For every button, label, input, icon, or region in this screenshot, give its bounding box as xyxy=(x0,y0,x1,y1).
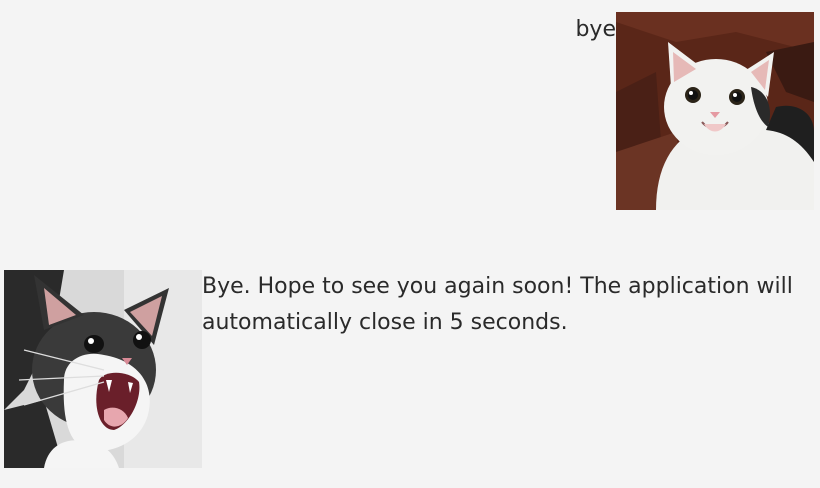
bot-message-text: Bye. Hope to see you again soon! The app… xyxy=(202,274,793,335)
smiling-cat-avatar xyxy=(616,12,814,210)
bot-message: Bye. Hope to see you again soon! The app… xyxy=(4,270,802,468)
screaming-cat-avatar xyxy=(4,270,202,468)
chat-window: bye Bye. Hope to see you again soon! The… xyxy=(0,0,820,488)
user-message: bye xyxy=(575,12,814,210)
user-message-text: bye xyxy=(575,17,616,42)
